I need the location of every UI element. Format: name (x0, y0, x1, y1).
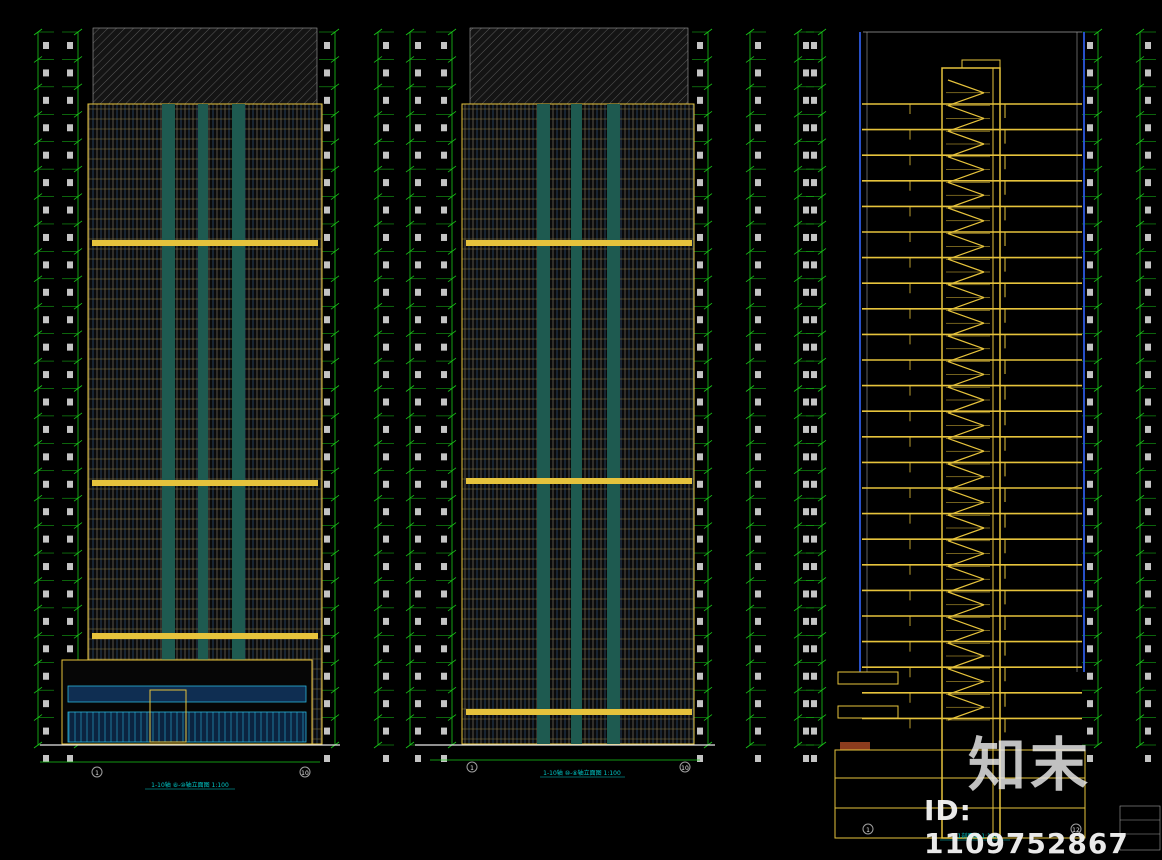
elevation-1-podium (61, 659, 313, 745)
elevation-2-axis-left: 1 (470, 765, 474, 772)
section-axis-left: 1 (866, 827, 870, 834)
elevation-1-axis-right: 10 (301, 770, 309, 777)
elevation-2-caption: 1-10轴 ⑩-⑧轴立面图 1:100 (543, 769, 621, 777)
elevation-1-roof-crown (92, 27, 318, 107)
watermark-logo: 知末 (968, 731, 1093, 799)
elevation-1-teal-pilasters (162, 104, 245, 664)
elevation-2-teal-pilasters (537, 104, 620, 744)
elevation-1-axis-left: 1 (95, 770, 99, 777)
watermark-id: ID: 1109752867 (924, 794, 1129, 860)
elevation-2-roof-crown (469, 27, 689, 107)
elevation-2-axis-right: 10 (681, 765, 689, 772)
elevation-1-caption: 1-10轴 ⑧-⑩轴立面图 1:100 (151, 781, 229, 789)
